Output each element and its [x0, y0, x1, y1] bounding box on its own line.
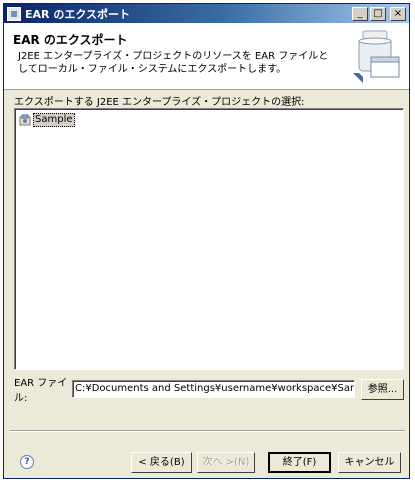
back-button[interactable]: < 戻る(B) [131, 452, 192, 473]
button-separator [10, 430, 405, 432]
page-description: J2EE エンタープライズ・プロジェクトのリソースを EAR ファイルとしてロー… [18, 51, 329, 75]
tree-item-sample[interactable]: Sample [19, 113, 75, 127]
cancel-button[interactable]: キャンセル [338, 452, 401, 473]
wizard-header: EAR のエクスポート J2EE エンタープライズ・プロジェクトのリソースを E… [4, 23, 409, 90]
app-icon [7, 6, 21, 21]
export-jar-icon [353, 30, 400, 83]
help-icon[interactable]: ? [20, 455, 34, 469]
tree-item-label: Sample [33, 113, 75, 127]
window-title: EAR のエクスポート [25, 7, 130, 21]
export-ear-dialog: EAR のエクスポート _ □ × EAR のエクスポート J2EE エンタープ… [3, 3, 410, 479]
title-bar[interactable]: EAR のエクスポート _ □ × [4, 4, 409, 23]
ear-project-icon [19, 114, 31, 126]
browse-button[interactable]: 参照... [361, 378, 404, 400]
close-button[interactable]: × [390, 6, 406, 21]
ear-file-label: EAR ファイル: [14, 378, 68, 404]
finish-button[interactable]: 終了(F) [268, 452, 331, 473]
next-button[interactable]: 次へ >(N) [197, 452, 255, 473]
minimize-button[interactable]: _ [352, 6, 368, 21]
project-tree[interactable]: Sample [14, 108, 404, 370]
ear-file-input[interactable]: C:¥Documents and Settings¥username¥works… [72, 380, 355, 398]
maximize-button[interactable]: □ [370, 6, 386, 21]
project-selection-label: エクスポートする J2EE エンタープライズ・プロジェクトの選択: [14, 97, 305, 108]
page-title: EAR のエクスポート [13, 33, 128, 47]
ear-file-row: EAR ファイル: C:¥Documents and Settings¥user… [14, 378, 404, 404]
